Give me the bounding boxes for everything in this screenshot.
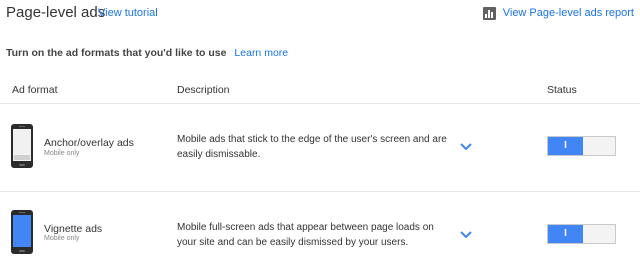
- ad-format-name: Anchor/overlay ads: [44, 137, 134, 149]
- chevron-down-icon[interactable]: [459, 142, 473, 152]
- chevron-down-icon[interactable]: [459, 230, 473, 240]
- ad-format-subtitle: Mobile only: [44, 235, 80, 242]
- phone-vignette-ad-icon: [11, 210, 33, 254]
- ad-format-subtitle: Mobile only: [44, 150, 80, 157]
- intro-text: Turn on the ad formats that you'd like t…: [6, 47, 288, 59]
- view-report-link[interactable]: View Page-level ads report: [482, 4, 634, 22]
- view-report-label: View Page-level ads report: [502, 7, 634, 19]
- toggle-on-indicator: I: [548, 137, 583, 155]
- column-header-ad-format: Ad format: [12, 84, 58, 96]
- page-title: Page-level ads: [6, 4, 106, 21]
- view-tutorial-link[interactable]: View tutorial: [98, 7, 158, 19]
- table-row: Anchor/overlay ads Mobile only Mobile ad…: [0, 104, 640, 174]
- status-toggle[interactable]: I: [547, 224, 616, 244]
- column-header-description: Description: [177, 84, 230, 96]
- bar-chart-icon: [482, 6, 496, 20]
- learn-more-link[interactable]: Learn more: [234, 47, 288, 59]
- ad-format-name: Vignette ads: [44, 223, 103, 235]
- ad-format-description: Mobile ads that stick to the edge of the…: [177, 134, 447, 160]
- toggle-on-indicator: I: [548, 225, 583, 243]
- intro-label: Turn on the ad formats that you'd like t…: [6, 47, 227, 59]
- status-toggle[interactable]: I: [547, 136, 616, 156]
- table-row: Vignette ads Mobile only Mobile full-scr…: [0, 192, 640, 262]
- column-header-status: Status: [547, 84, 577, 96]
- page-header: Page-level ads View tutorial View Page-l…: [6, 4, 634, 24]
- ad-format-description: Mobile full-screen ads that appear betwe…: [177, 222, 434, 248]
- phone-anchor-ad-icon: [11, 124, 33, 168]
